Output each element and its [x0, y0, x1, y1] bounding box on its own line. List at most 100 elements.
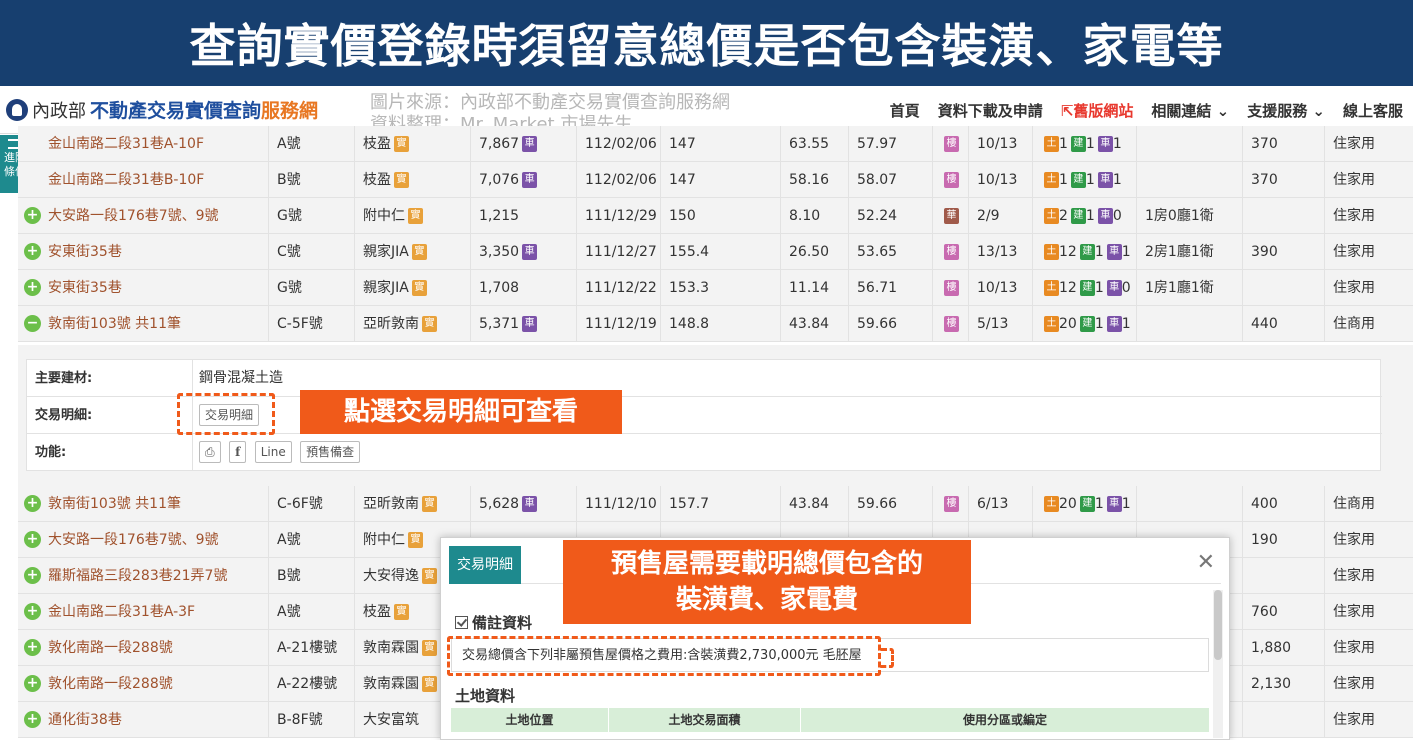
expand-icon[interactable]: +: [24, 207, 41, 224]
nav-download[interactable]: 資料下載及申請: [938, 100, 1043, 121]
title-banner: 查詢實價登錄時須留意總價是否包含裝潢、家電等: [0, 0, 1413, 86]
site-logo[interactable]: 內政部 不動產交易實價查詢 服務網: [6, 96, 318, 123]
checkbox-icon: [455, 616, 468, 629]
cell-price: 7,867 車: [470, 126, 576, 162]
cell-landbuild: 土2建1車0: [1032, 198, 1136, 234]
building-badge: 建: [1079, 316, 1095, 332]
cell-date: 111/12/10: [576, 486, 660, 522]
cell-project: 親家JIA 實: [354, 234, 470, 270]
cell-project: 枝盈實: [354, 126, 470, 162]
building-type-badge: 樓: [944, 316, 959, 332]
nav-old-site[interactable]: ⇱舊版網站: [1061, 100, 1134, 121]
table-row[interactable]: + 安東街35巷 C號 親家JIA 實 3,350 車 111/12/27 155.4 26.50…: [18, 234, 1413, 270]
table-row[interactable]: − 敦南街103號 共11筆 C-5F號 亞昕敦南實 5,371 車 111/12/19 14…: [18, 306, 1413, 342]
expand-icon[interactable]: +: [24, 531, 41, 548]
expand-icon[interactable]: +: [24, 639, 41, 656]
cell-use: 住家用: [1324, 126, 1413, 162]
cell-unitprice: 147: [660, 162, 780, 198]
cell-addr[interactable]: + 羅斯福路三段283巷21弄7號: [18, 558, 268, 594]
cell-addr[interactable]: 金山南路二段31巷B-10F: [18, 162, 268, 198]
cell-addr[interactable]: 金山南路二段31巷A-10F: [18, 126, 268, 162]
cell-addr[interactable]: + 敦化南路一段288號: [18, 630, 268, 666]
land-badge: 土: [1044, 316, 1059, 332]
cell-date: 112/02/06: [576, 126, 660, 162]
printer-icon: ⎙: [205, 445, 215, 459]
presale-record-button[interactable]: 預售備查: [300, 441, 361, 463]
function-label: 功能:: [35, 445, 67, 460]
address-text: 敦化南路一段288號: [48, 640, 173, 656]
presale-badge: 實: [394, 172, 409, 188]
cell-floor: 13/13: [968, 234, 1032, 270]
modal-tab[interactable]: 交易明細: [449, 546, 521, 584]
table-row[interactable]: + 安東街35巷 G號 親家JIA 實 1,708 111/12/22 153.3 11.14 5…: [18, 270, 1413, 306]
car-count: 1: [1121, 316, 1131, 332]
cell-addr[interactable]: + 安東街35巷: [18, 234, 268, 270]
cell-park: 2,130: [1242, 666, 1324, 702]
facebook-icon: f: [235, 445, 241, 459]
cell-addr[interactable]: − 敦南街103號 共11筆: [18, 306, 268, 342]
cell-btag: 樓: [932, 306, 968, 342]
nav-related-links[interactable]: 相關連結 ⌄: [1151, 100, 1229, 121]
cell-date: 111/12/19: [576, 306, 660, 342]
building-type-badge: 樓: [944, 244, 959, 260]
cell-area: 63.55: [780, 126, 848, 162]
address-text: 大安路一段176巷7號、9號: [48, 208, 219, 224]
land-col-area: 土地交易面積: [609, 708, 801, 732]
table-row[interactable]: + 大安路一段176巷7號、9號 G號 附中仁實 1,215 111/12/29 150 8.…: [18, 198, 1413, 234]
table-row[interactable]: + 敦南街103號 共11筆 C-6F號 亞昕敦南實 5,628 車 111/12/10 15…: [18, 486, 1413, 522]
material-label: 主要建材:: [35, 371, 93, 386]
cell-landbuild: 土1建1車1: [1032, 162, 1136, 198]
building-badge: 建: [1079, 496, 1095, 512]
cell-park: 390: [1242, 234, 1324, 270]
cell-project: 親家JIA 實: [354, 270, 470, 306]
cell-addr[interactable]: + 大安路一段176巷7號、9號: [18, 198, 268, 234]
cell-unit: A-21樓號: [268, 630, 354, 666]
expand-icon[interactable]: +: [24, 711, 41, 728]
cell-layout: 1房0廳1衛: [1136, 198, 1242, 234]
project-name: 亞昕敦南: [363, 316, 419, 332]
project-name: 枝盈: [363, 136, 391, 152]
expand-icon[interactable]: +: [24, 279, 41, 296]
detail-row-material: 主要建材: 鋼骨混凝土造: [27, 360, 1382, 397]
line-share-button[interactable]: Line: [254, 441, 292, 463]
table-row[interactable]: 金山南路二段31巷B-10F B號 枝盈實 7,076 車 112/02/06 147 58.…: [18, 162, 1413, 198]
land-col-zoning: 使用分區或編定: [962, 713, 1047, 727]
expand-icon[interactable]: +: [24, 603, 41, 620]
cell-addr[interactable]: + 敦化南路一段288號: [18, 666, 268, 702]
nav-support[interactable]: 支援服務 ⌄: [1247, 100, 1325, 121]
material-value: 鋼骨混凝土造: [192, 360, 283, 397]
project-name: 大安得逸: [363, 568, 419, 584]
nav-home[interactable]: 首頁: [890, 100, 920, 121]
expand-icon[interactable]: +: [24, 675, 41, 692]
cell-use: 住商用: [1324, 486, 1413, 522]
cell-layout: 2房1廳1衛: [1136, 234, 1242, 270]
building-type-badge: 樓: [944, 496, 959, 512]
car-count: 1: [1112, 136, 1122, 152]
collapse-icon[interactable]: −: [24, 315, 41, 332]
facebook-button[interactable]: f: [229, 441, 247, 463]
expand-icon[interactable]: +: [24, 495, 41, 512]
cell-addr[interactable]: + 大安路一段176巷7號、9號: [18, 522, 268, 558]
cell-layout: [1136, 126, 1242, 162]
cell-addr[interactable]: + 金山南路二段31巷A-3F: [18, 594, 268, 630]
cell-addr[interactable]: + 安東街35巷: [18, 270, 268, 306]
cell-floor: 5/13: [968, 306, 1032, 342]
cell-park: 370: [1242, 126, 1324, 162]
cell-ratio: 52.24: [848, 198, 932, 234]
cell-addr[interactable]: + 通化街38巷: [18, 702, 268, 738]
modal-scrollbar[interactable]: [1213, 590, 1223, 738]
highlight-remarks-end: [878, 648, 894, 668]
close-icon[interactable]: ✕: [1197, 550, 1215, 575]
scroll-thumb[interactable]: [1214, 590, 1222, 660]
expand-icon[interactable]: +: [24, 567, 41, 584]
nav-online-service[interactable]: 線上客服: [1343, 100, 1403, 121]
cell-ratio: 59.66: [848, 306, 932, 342]
expand-icon[interactable]: +: [24, 243, 41, 260]
print-button[interactable]: ⎙: [199, 441, 221, 463]
total-price: 1,215: [479, 208, 520, 224]
cell-addr[interactable]: + 敦南街103號 共11筆: [18, 486, 268, 522]
cell-project: 附中仁實: [354, 198, 470, 234]
land-heading: 土地資料: [455, 687, 516, 705]
emblem-icon: [6, 98, 28, 121]
table-row[interactable]: 金山南路二段31巷A-10F A號 枝盈實 7,867 車 112/02/06 147 63.…: [18, 126, 1413, 162]
